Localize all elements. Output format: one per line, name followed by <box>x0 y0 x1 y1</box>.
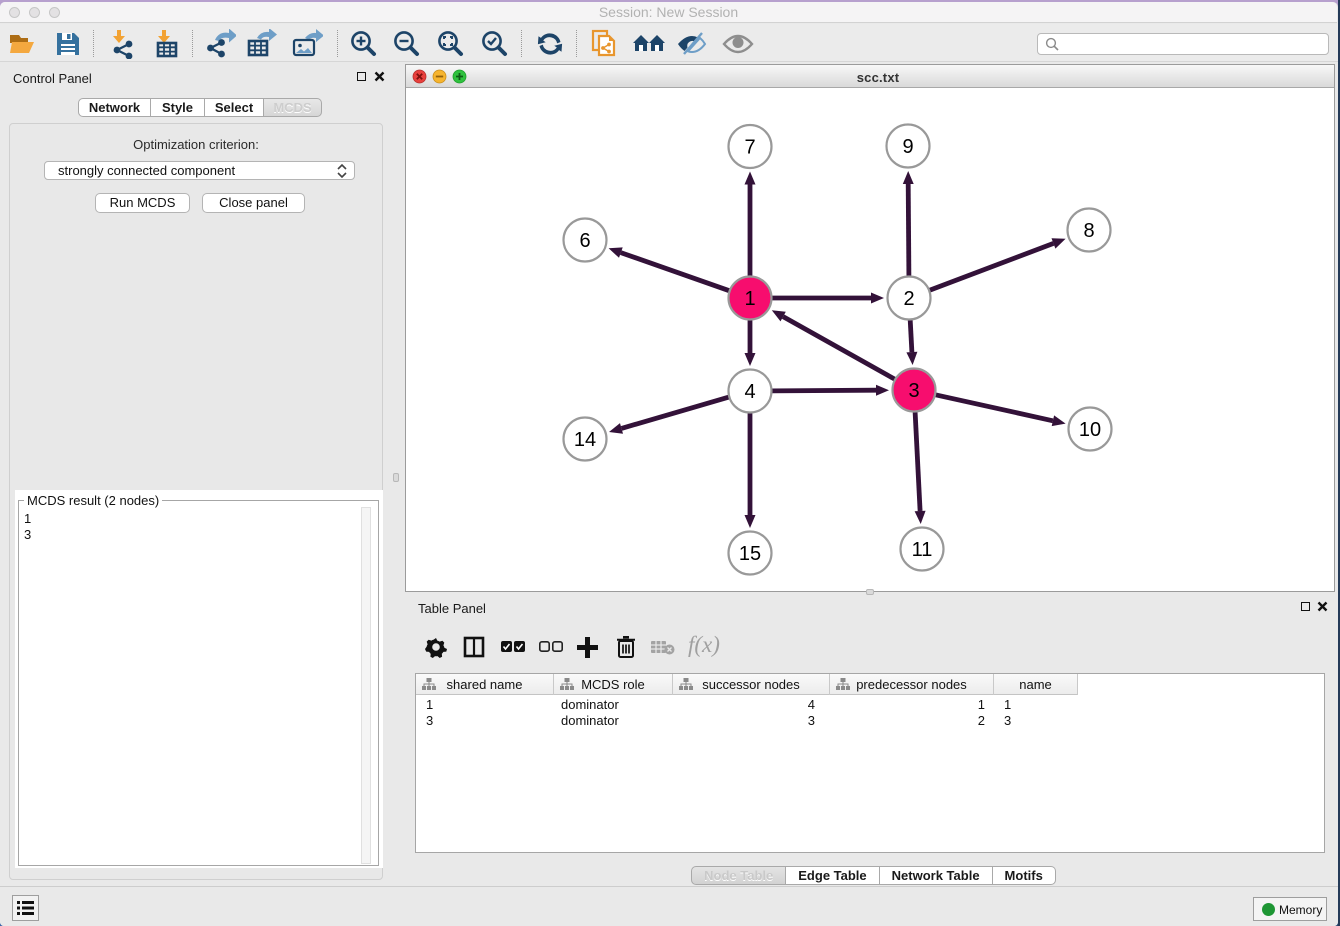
svg-text:6: 6 <box>579 230 590 252</box>
svg-text:9: 9 <box>902 136 913 158</box>
svg-text:4: 4 <box>744 381 755 403</box>
svg-text:7: 7 <box>744 137 755 159</box>
svg-text:2: 2 <box>903 288 914 310</box>
svg-text:1: 1 <box>744 288 755 310</box>
svg-text:11: 11 <box>912 539 933 561</box>
svg-text:8: 8 <box>1083 220 1094 242</box>
svg-text:10: 10 <box>1079 419 1101 441</box>
svg-text:3: 3 <box>908 380 919 402</box>
svg-text:14: 14 <box>574 429 596 451</box>
svg-text:15: 15 <box>739 543 761 565</box>
